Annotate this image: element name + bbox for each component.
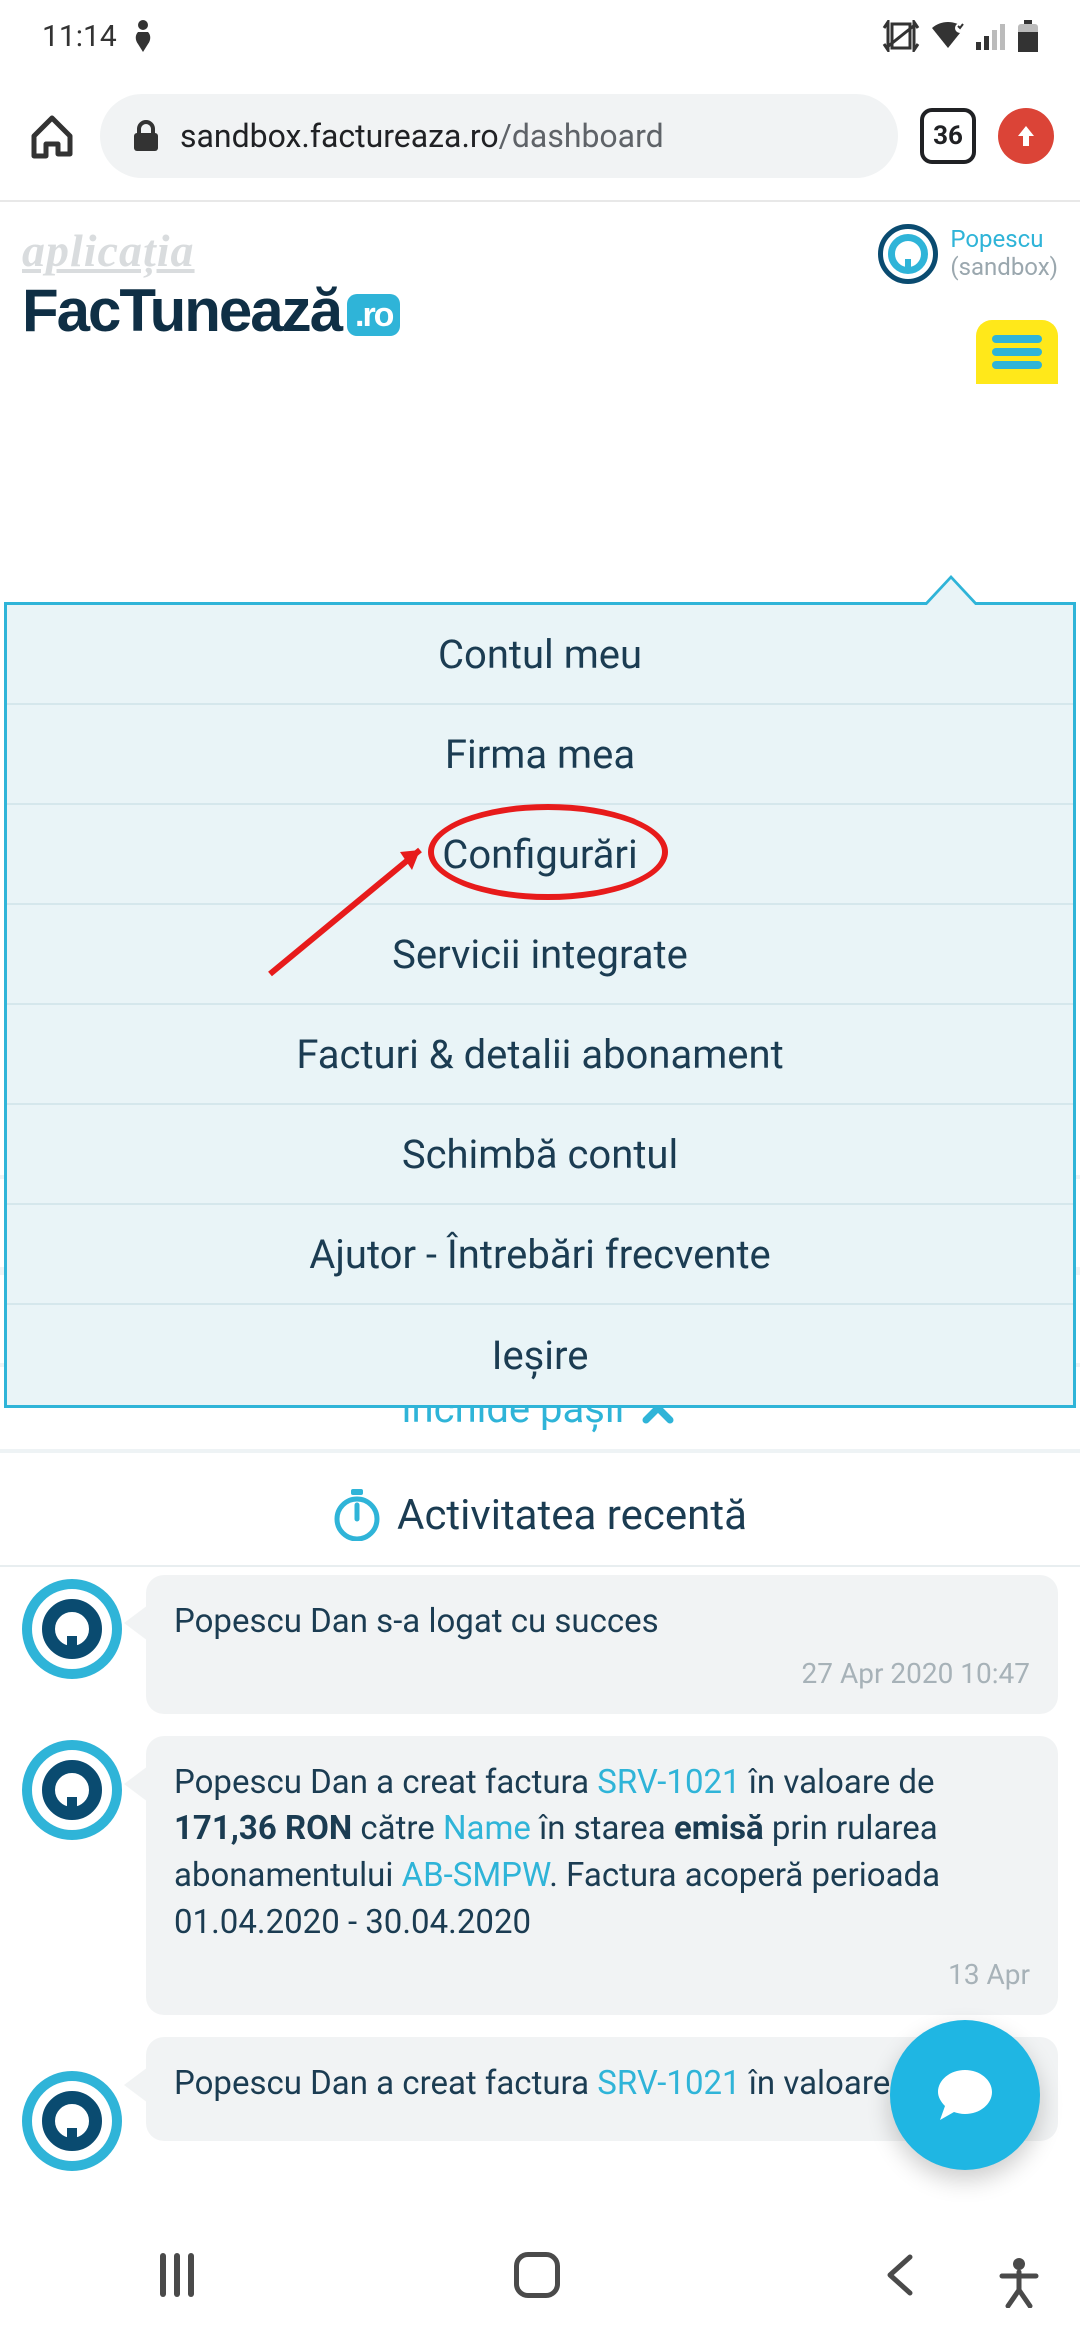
menu-facturi-abon[interactable]: Facturi & detalii abonament (7, 1005, 1073, 1105)
battery-icon (1018, 20, 1038, 52)
nav-recent-button[interactable] (160, 2253, 194, 2297)
account-dropdown: Contul meu Firma mea Configurări Servici… (4, 602, 1076, 1408)
stopwatch-icon (333, 1489, 381, 1541)
android-nav-bar (0, 2210, 1080, 2340)
browser-omnibar: sandbox.factureaza.ro/dashboard 36 (0, 72, 1080, 202)
menu-schimba-contul[interactable]: Schimbă contul (7, 1105, 1073, 1205)
menu-iesire[interactable]: Ieșire (7, 1305, 1073, 1405)
nav-home-button[interactable] (514, 2252, 560, 2298)
user-name: Popescu (950, 226, 1058, 254)
activity-item: Popescu Dan s-a logat cu succes 27 Apr 2… (22, 1575, 1058, 1714)
brand-logo: FacTunează.ro (22, 281, 400, 341)
omnibox-host: sandbox.factureaza.ro (180, 117, 499, 155)
subscription-link[interactable]: AB-SMPW (402, 1856, 550, 1895)
omnibox[interactable]: sandbox.factureaza.ro/dashboard (100, 94, 898, 178)
signal-icon (976, 22, 1008, 50)
user-chip[interactable]: Popescu (sandbox) (878, 224, 1058, 284)
accessibility-icon[interactable] (998, 2258, 1040, 2308)
omnibox-path: /dashboard (499, 117, 664, 155)
invoice-link[interactable]: SRV-1021 (597, 2064, 740, 2103)
invoice-link[interactable]: SRV-1021 (597, 1763, 740, 1802)
avatar-icon (22, 1740, 122, 1840)
chat-fab[interactable] (890, 2020, 1040, 2170)
activity-bubble: Popescu Dan a creat factura SRV-1021 în … (146, 1736, 1058, 2015)
activity-item: Popescu Dan a creat factura SRV-1021 în … (22, 1736, 1058, 2015)
menu-configurari[interactable]: Configurări (7, 805, 1073, 905)
nav-back-button[interactable] (880, 2251, 920, 2299)
tab-count-button[interactable]: 36 (920, 108, 976, 164)
user-context: (sandbox) (950, 254, 1058, 282)
avatar-icon (22, 1579, 122, 1679)
chrome-home-button[interactable] (26, 110, 78, 162)
menu-contul-meu[interactable]: Contul meu (7, 605, 1073, 705)
client-link[interactable]: Name (443, 1809, 531, 1848)
android-status-bar: 11:14 (0, 0, 1080, 72)
menu-firma-mea[interactable]: Firma mea (7, 705, 1073, 805)
chat-icon (930, 2060, 1000, 2130)
wifi-icon (930, 22, 966, 50)
avatar-icon (22, 2071, 122, 2171)
pregnancy-icon (131, 20, 155, 52)
chrome-update-button[interactable] (998, 108, 1054, 164)
status-time: 11:14 (42, 19, 117, 54)
avatar-icon (878, 224, 938, 284)
hamburger-icon (992, 335, 1042, 369)
menu-ajutor[interactable]: Ajutor - Întrebări frecvente (7, 1205, 1073, 1305)
activity-time: 27 Apr 2020 10:47 (174, 1654, 1030, 1694)
section-recent-activity: Activitatea recentă (0, 1453, 1080, 1565)
activity-bubble: Popescu Dan s-a logat cu succes 27 Apr 2… (146, 1575, 1058, 1714)
hamburger-button[interactable] (976, 320, 1058, 384)
menu-servicii[interactable]: Servicii integrate (7, 905, 1073, 1005)
lock-icon (132, 119, 160, 153)
aplicatia-text: aplicația (22, 224, 400, 277)
vibrate-mute-icon (882, 20, 920, 52)
activity-time: 13 Apr (174, 1955, 1030, 1995)
app-header: aplicația FacTunează.ro Popescu (sandbox… (0, 202, 1080, 341)
